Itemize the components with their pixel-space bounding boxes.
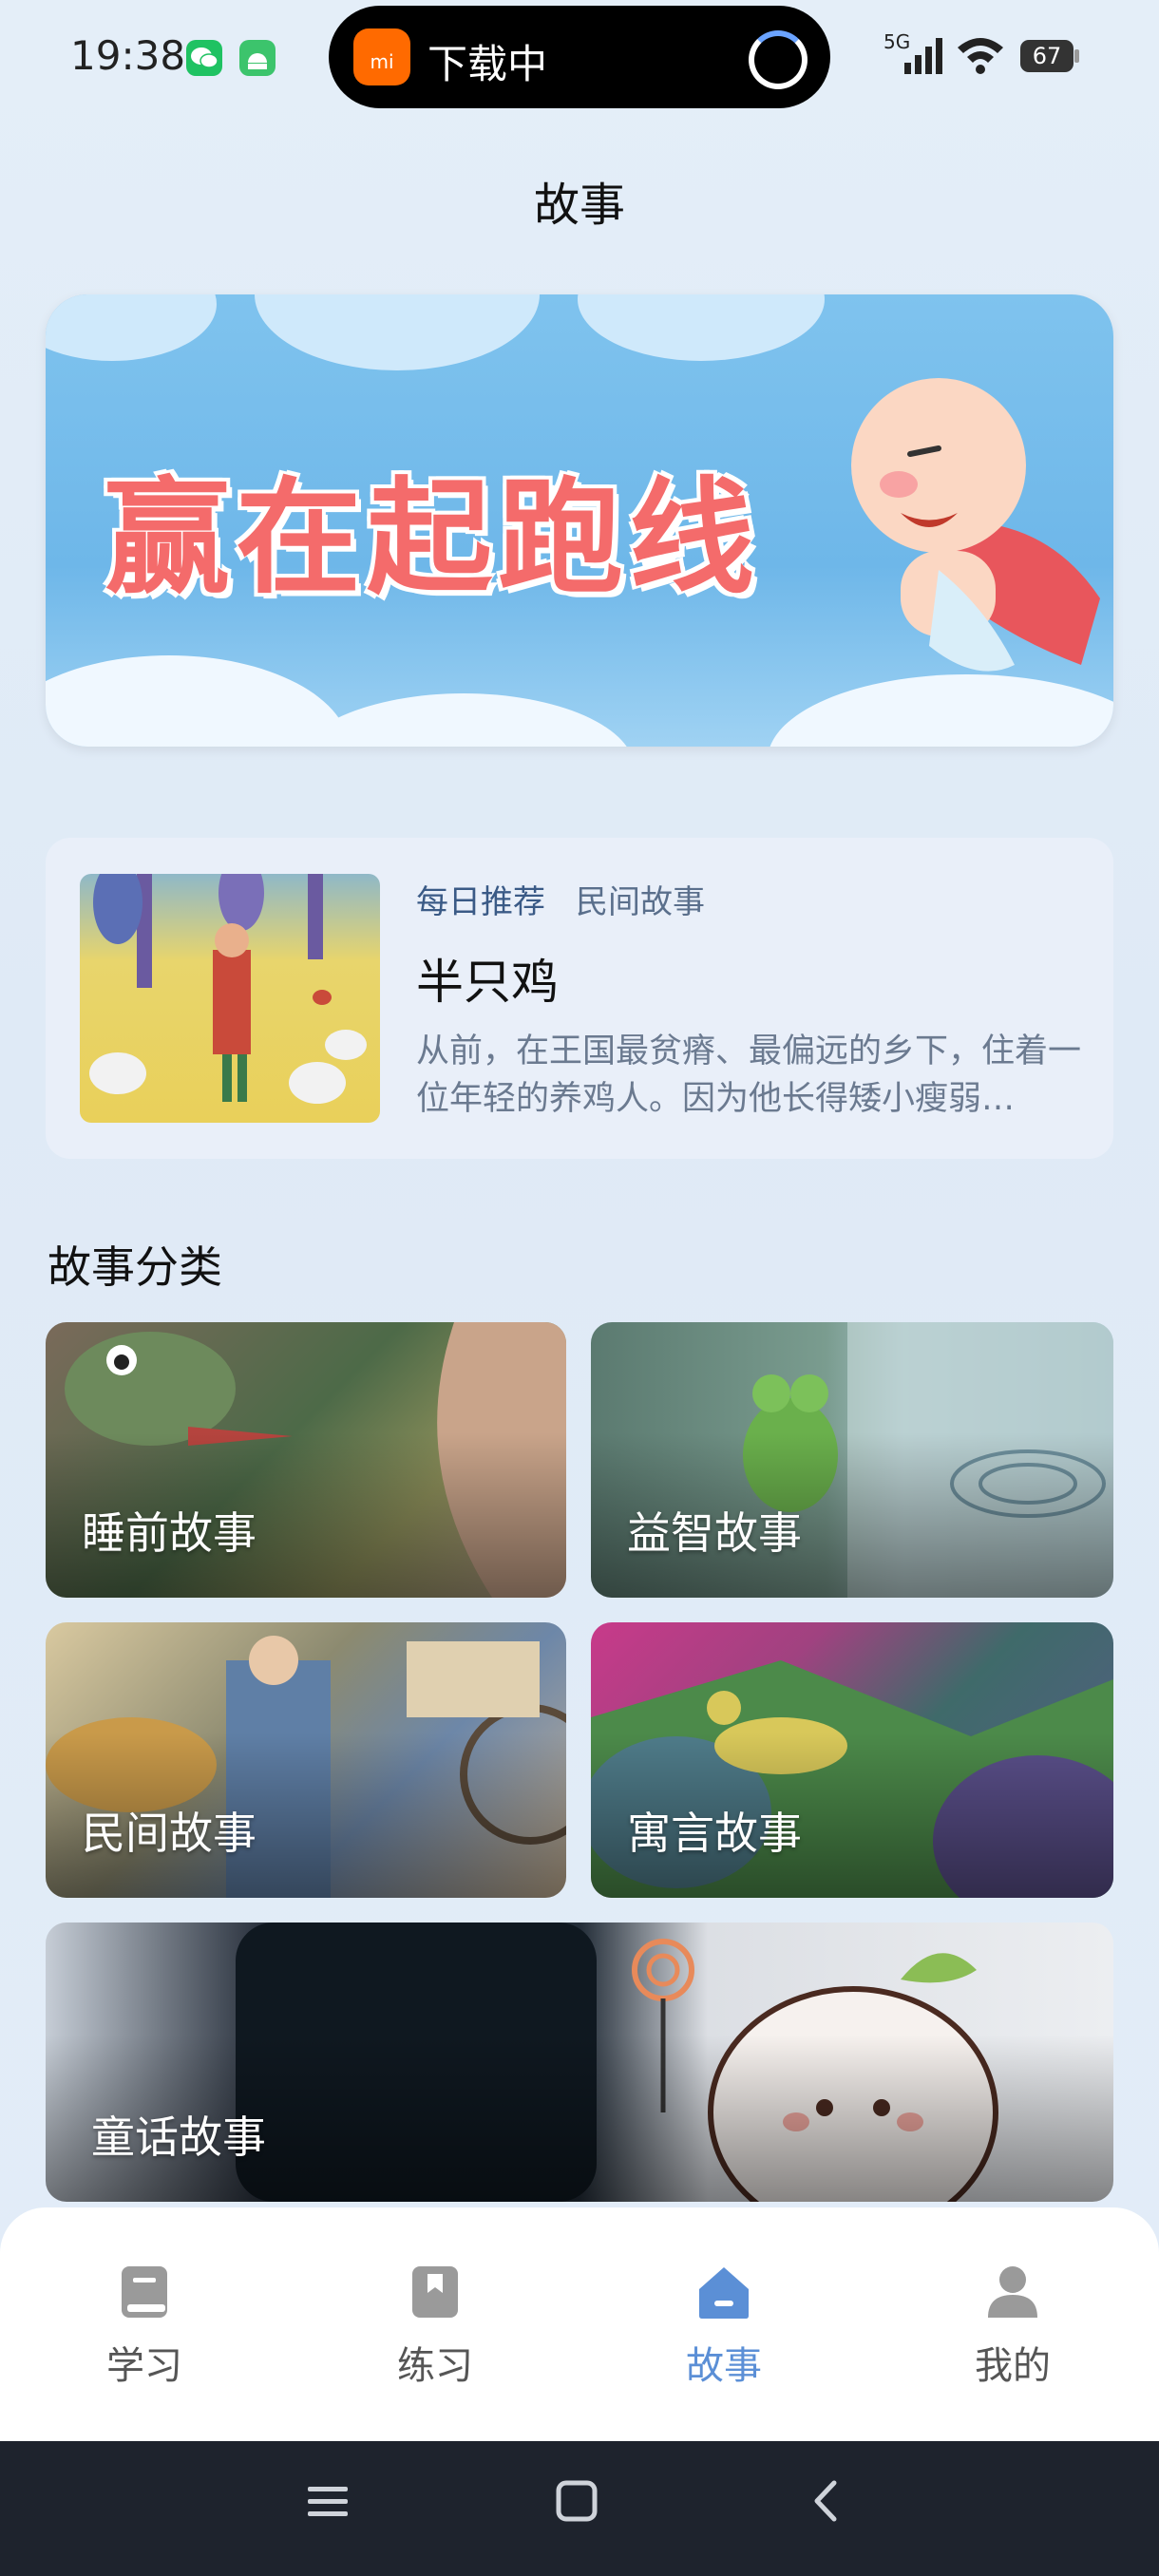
cloud-decoration bbox=[46, 655, 350, 747]
story-cover-image bbox=[80, 874, 380, 1123]
android-icon bbox=[239, 40, 276, 76]
nav-label: 学习 bbox=[106, 2344, 182, 2388]
user-icon bbox=[988, 2266, 1037, 2318]
category-tile-folk[interactable]: 民间故事 bbox=[46, 1622, 566, 1898]
nav-label: 练习 bbox=[397, 2344, 473, 2388]
book-icon bbox=[122, 2266, 167, 2318]
download-status: 下载中 bbox=[428, 41, 548, 87]
category-label: 寓言故事 bbox=[627, 1808, 802, 1859]
home-button-icon[interactable] bbox=[555, 2479, 598, 2523]
cloud-decoration bbox=[255, 294, 540, 370]
category-tile-bedtime[interactable]: 睡前故事 bbox=[46, 1322, 566, 1598]
system-nav-bar bbox=[0, 2441, 1159, 2576]
bookmark-icon bbox=[412, 2266, 458, 2318]
wechat-icon bbox=[186, 40, 222, 76]
nav-item-practice[interactable]: 练习 bbox=[340, 2264, 530, 2390]
progress-spinner-icon bbox=[749, 30, 808, 89]
cloud-decoration bbox=[46, 294, 217, 361]
status-bar: 19:38 mi 下载中 5G 67 bbox=[0, 0, 1159, 114]
category-tag: 民间故事 bbox=[576, 883, 705, 921]
bottom-nav: 学习 练习 故事 我的 bbox=[0, 2207, 1159, 2441]
menu-icon[interactable] bbox=[306, 2479, 350, 2523]
nav-label: 故事 bbox=[686, 2344, 762, 2388]
signal-icon bbox=[904, 38, 942, 74]
page-title: 故事 bbox=[533, 179, 625, 232]
clock: 19:38 bbox=[70, 32, 186, 79]
category-label: 童话故事 bbox=[91, 2112, 266, 2163]
story-summary: 从前，在王国最贫瘠、最偏远的乡下，住着一位年轻的养鸡人。因为他长得矮小瘦弱… bbox=[416, 1032, 1081, 1118]
promo-banner[interactable]: 赢在起跑线 bbox=[46, 294, 1113, 747]
baby-illustration bbox=[851, 378, 1100, 672]
nav-item-profile[interactable]: 我的 bbox=[918, 2264, 1108, 2390]
category-label: 民间故事 bbox=[82, 1808, 256, 1859]
section-title-categories: 故事分类 bbox=[48, 1241, 222, 1293]
download-pill[interactable]: mi 下载中 bbox=[329, 6, 830, 108]
nav-item-study[interactable]: 学习 bbox=[49, 2264, 239, 2390]
home-icon bbox=[699, 2267, 749, 2319]
nav-label: 我的 bbox=[975, 2344, 1051, 2388]
banner-slogan: 赢在起跑线 bbox=[104, 465, 760, 612]
category-tile-fairy-tale[interactable]: 童话故事 bbox=[46, 1923, 1113, 2202]
category-tile-fable[interactable]: 寓言故事 bbox=[591, 1622, 1113, 1898]
cloud-decoration bbox=[578, 294, 825, 361]
daily-tag: 每日推荐 bbox=[416, 883, 545, 921]
category-tile-puzzle[interactable]: 益智故事 bbox=[591, 1322, 1113, 1598]
wifi-icon bbox=[958, 38, 1003, 74]
daily-recommendation-card[interactable]: 每日推荐 民间故事 半只鸡 从前，在王国最贫瘠、最偏远的乡下，住着一位年轻的养鸡… bbox=[46, 838, 1113, 1159]
nav-item-story[interactable]: 故事 bbox=[629, 2264, 819, 2390]
back-icon[interactable] bbox=[804, 2479, 847, 2523]
xiaomi-app-icon: mi bbox=[353, 28, 410, 85]
category-label: 益智故事 bbox=[627, 1507, 802, 1559]
battery-level: 67 bbox=[1020, 40, 1074, 72]
cloud-decoration bbox=[293, 693, 635, 747]
category-label: 睡前故事 bbox=[82, 1507, 256, 1559]
battery-icon bbox=[1074, 49, 1079, 63]
story-title: 半只鸡 bbox=[416, 955, 559, 1010]
